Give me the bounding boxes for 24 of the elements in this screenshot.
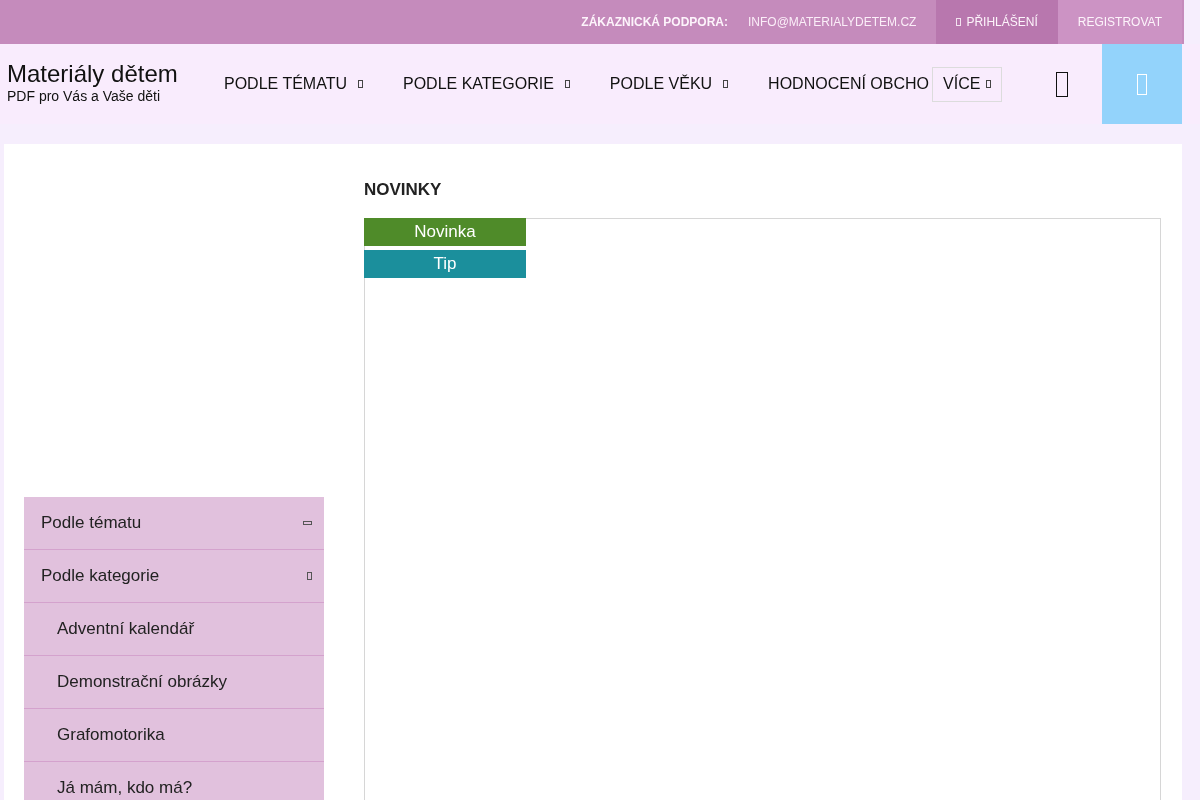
glyph-box-icon bbox=[956, 18, 962, 26]
logo-subtitle: PDF pro Vás a Vaše děti bbox=[7, 88, 161, 105]
product-badge: Novinka bbox=[364, 218, 526, 246]
glyph-box-icon bbox=[986, 80, 992, 88]
glyph-box-icon bbox=[1137, 73, 1147, 95]
sidebar-item-label: Podle tématu bbox=[41, 513, 142, 533]
sidebar-item[interactable]: Podle tématu bbox=[24, 497, 324, 550]
more-button[interactable]: VÍCE bbox=[932, 66, 1003, 102]
cart-button[interactable] bbox=[1102, 44, 1182, 124]
sidebar-subitem[interactable]: Demonstrační obrázky bbox=[24, 656, 324, 709]
sidebar-subitem[interactable]: Já mám, kdo má? bbox=[24, 762, 324, 800]
section-title: NOVINKY bbox=[364, 180, 442, 200]
sidebar-subitem[interactable]: Grafomotorika bbox=[24, 709, 324, 762]
sidebar-item-label: Podle kategorie bbox=[41, 566, 160, 586]
nav-item[interactable]: PODLE TÉMATU bbox=[204, 75, 383, 93]
sidebar-subitem[interactable]: Adventní kalendář bbox=[24, 603, 324, 656]
nav-item[interactable]: PODLE KATEGORIE bbox=[383, 75, 590, 93]
sidebar-item[interactable]: Podle kategorie bbox=[24, 550, 324, 603]
nav-item[interactable]: HODNOCENÍ OBCHO bbox=[748, 75, 932, 93]
glyph-box-icon bbox=[1056, 71, 1068, 97]
product-badge: Tip bbox=[364, 250, 526, 278]
nav-item[interactable]: PODLE VĚKU bbox=[589, 75, 749, 93]
logo-title[interactable]: Materiály dětem bbox=[7, 60, 178, 88]
support-label: ZÁKAZNICKÁ PODPORA: bbox=[581, 15, 728, 29]
